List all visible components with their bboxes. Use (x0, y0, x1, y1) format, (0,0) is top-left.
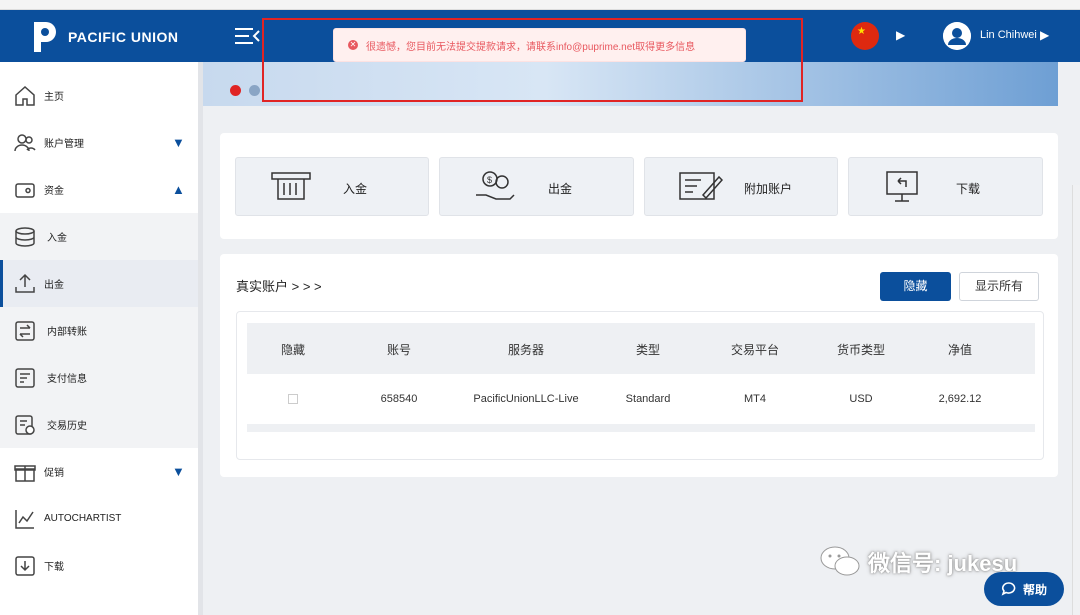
sidebar-item-label: 内部转账 (47, 327, 87, 338)
user-avatar[interactable] (943, 22, 971, 50)
add-account-form-icon (679, 172, 723, 200)
hide-checkbox[interactable] (288, 394, 298, 404)
brand-logo[interactable]: PACIFIC UNION (30, 20, 178, 54)
annotation-highlight-frame (262, 18, 803, 102)
banner-dot-active[interactable] (230, 85, 241, 96)
sidebar-item-autochartist[interactable]: AUTOCHARTIST (0, 495, 198, 542)
sidebar-item-home[interactable]: 主页 (0, 72, 198, 119)
chart-icon (15, 509, 34, 529)
show-all-button[interactable]: 显示所有 (959, 272, 1039, 301)
sidebar-item-label: 入金 (47, 233, 67, 244)
banner-dot[interactable] (249, 85, 260, 96)
column-header: 服务器 (507, 343, 545, 357)
trading-platform: MT4 (744, 393, 766, 405)
language-arrow-icon[interactable]: ▶ (896, 28, 905, 42)
deposit-card-icon (271, 172, 311, 200)
wechat-logo-icon (820, 546, 860, 576)
sidebar-item-label: 下载 (44, 562, 64, 573)
china-flag-icon[interactable]: ★ (851, 22, 879, 50)
brand-name: PACIFIC UNION (68, 29, 179, 45)
chevron-up-icon[interactable]: ▲ (172, 182, 185, 197)
wallet-icon (15, 182, 35, 198)
upload-icon (15, 273, 35, 293)
chevron-down-icon[interactable]: ▼ (172, 464, 185, 479)
coins-icon (15, 226, 35, 247)
users-icon (14, 133, 36, 151)
monitor-download-icon (886, 171, 918, 202)
accounts-table: 隐藏 账号 服务器 类型 交易平台 货币类型 净值 658540 Pacific… (236, 311, 1044, 460)
sidebar-item-label: 交易历史 (47, 421, 87, 432)
sidebar-item-trade-history[interactable]: 交易历史 (0, 401, 198, 448)
cash-hand-icon: $ (476, 171, 515, 200)
chevron-down-icon[interactable]: ▼ (172, 135, 185, 150)
withdraw-button[interactable]: $ 出金 (439, 157, 634, 216)
withdraw-label: 出金 (548, 182, 573, 196)
account-type: Standard (625, 393, 671, 405)
column-header: 类型 (635, 343, 661, 357)
sidebar-item-internal-transfer[interactable]: 内部转账 (0, 307, 198, 354)
help-button[interactable]: 帮助 (984, 572, 1064, 606)
hide-button[interactable]: 隐藏 (880, 272, 951, 301)
row-divider (247, 424, 1035, 432)
pu-logo-icon (34, 22, 56, 52)
download-button[interactable]: 下载 (848, 157, 1043, 216)
sidebar-item-withdraw[interactable]: 出金 (0, 260, 198, 307)
user-menu-arrow-icon[interactable]: ▶ (1040, 28, 1049, 42)
home-icon (15, 85, 35, 106)
account-number: 658540 (380, 393, 418, 405)
column-header: 隐藏 (280, 343, 306, 357)
menu-collapse-icon[interactable] (233, 24, 261, 48)
sidebar-item-label: 主页 (44, 92, 64, 103)
sidebar: 主页 账户管理 ▼ 资金 ▲ 入金 出金 内部转账 支付信息 交易历史 促销 ▼… (0, 62, 198, 615)
sidebar-item-promotions[interactable]: 促销 ▼ (0, 448, 198, 495)
history-icon (15, 414, 35, 435)
payment-info-icon (15, 367, 35, 388)
sidebar-item-label: 出金 (44, 280, 64, 291)
gift-icon (14, 464, 36, 482)
deposit-button[interactable]: 入金 (235, 157, 429, 216)
page-scrollbar[interactable] (1072, 185, 1080, 615)
equity: 2,692.12 (938, 393, 982, 405)
transfer-icon (15, 320, 35, 341)
sidebar-item-label: 支付信息 (47, 374, 87, 385)
sidebar-item-account-management[interactable]: 账户管理 ▼ (0, 119, 198, 166)
sidebar-item-deposit[interactable]: 入金 (0, 213, 198, 260)
wechat-watermark: 微信号: jukesu (818, 545, 1017, 579)
sidebar-item-payment-info[interactable]: 支付信息 (0, 354, 198, 401)
table-header: 隐藏 账号 服务器 类型 交易平台 货币类型 净值 (247, 323, 1035, 374)
sidebar-item-label: 促销 (44, 468, 64, 479)
column-header: 账号 (386, 343, 412, 357)
download-label: 下载 (956, 182, 981, 196)
help-label: 帮助 (1022, 582, 1047, 597)
sidebar-item-label: AUTOCHARTIST (44, 513, 122, 524)
sidebar-item-funds[interactable]: 资金 ▲ (0, 166, 198, 213)
currency: USD (849, 393, 873, 405)
column-header: 净值 (947, 343, 973, 357)
active-indicator (0, 260, 3, 307)
browser-bookmarks-strip (0, 0, 1080, 10)
column-header: 货币类型 (836, 343, 886, 357)
sidebar-item-download[interactable]: 下载 (0, 542, 198, 589)
user-name[interactable]: Lin Chihwei (980, 29, 1037, 41)
sidebar-scrollbar[interactable] (198, 62, 203, 615)
sidebar-item-label: 账户管理 (44, 139, 84, 150)
download-icon (15, 555, 35, 576)
server-name: PacificUnionLLC-Live (473, 393, 579, 405)
svg-text:$: $ (487, 175, 492, 185)
deposit-label: 入金 (343, 182, 368, 196)
add-account-label: 附加账户 (744, 182, 793, 196)
chat-bubble-icon (1001, 582, 1016, 596)
sidebar-item-label: 资金 (44, 186, 64, 197)
column-header: 交易平台 (730, 343, 780, 357)
add-account-button[interactable]: 附加账户 (644, 157, 838, 216)
live-accounts-title[interactable]: 真实账户 > > > (236, 276, 322, 295)
